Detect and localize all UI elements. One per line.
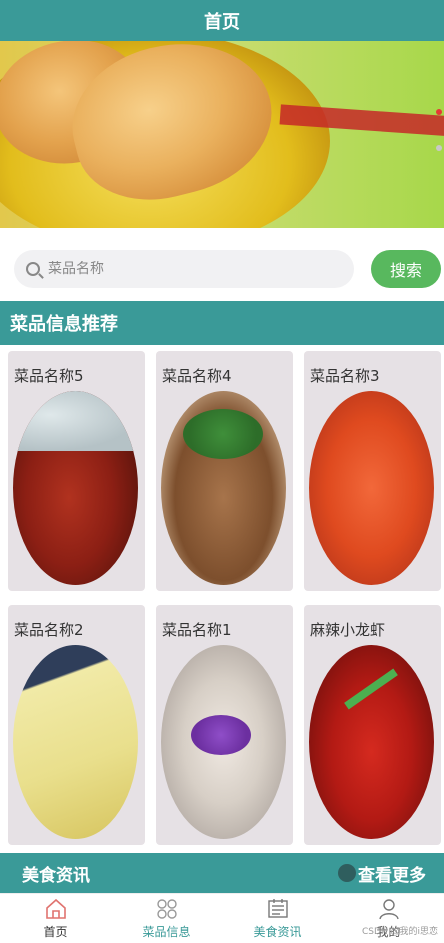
tab-label: 菜品信息 bbox=[142, 925, 191, 939]
carousel-indicators bbox=[436, 109, 442, 151]
tab-dish-info[interactable]: 菜品信息 bbox=[111, 894, 222, 943]
carousel-dot[interactable] bbox=[436, 145, 442, 151]
dish-name: 菜品名称2 bbox=[14, 621, 84, 639]
top-navigation-bar: 首页 bbox=[0, 0, 444, 41]
tab-food-news[interactable]: 美食资讯 bbox=[222, 894, 333, 943]
search-button[interactable]: 搜索 bbox=[371, 250, 441, 288]
dish-card[interactable]: 麻辣小龙虾 bbox=[304, 605, 441, 845]
dish-image[interactable] bbox=[161, 391, 286, 585]
dish-image[interactable] bbox=[161, 645, 286, 839]
more-indicator-icon bbox=[338, 864, 356, 882]
tab-label: 首页 bbox=[43, 925, 68, 939]
dish-card[interactable]: 菜品名称4 bbox=[156, 351, 293, 591]
carousel-dot-active[interactable] bbox=[436, 109, 442, 115]
bottom-tab-bar: 首页 菜品信息 美食资讯 我的 CSDN @我的i思恋 bbox=[0, 893, 444, 943]
news-icon bbox=[267, 899, 288, 918]
home-icon bbox=[45, 898, 66, 919]
search-icon bbox=[26, 262, 40, 276]
grid-icon bbox=[156, 899, 177, 919]
user-icon bbox=[378, 899, 399, 920]
news-section-header: 美食资讯 查看更多 bbox=[0, 853, 444, 893]
dish-name: 菜品名称5 bbox=[14, 367, 84, 385]
dish-card[interactable]: 菜品名称5 bbox=[8, 351, 145, 591]
view-more-link[interactable]: 查看更多 bbox=[358, 861, 426, 886]
watermark: CSDN @我的i思恋 bbox=[361, 927, 438, 937]
dish-image[interactable] bbox=[13, 645, 138, 839]
banner-carousel[interactable] bbox=[0, 41, 444, 228]
search-bar[interactable] bbox=[14, 250, 354, 288]
dish-name: 菜品名称3 bbox=[310, 367, 380, 385]
tab-label: 美食资讯 bbox=[253, 925, 302, 939]
dish-card[interactable]: 菜品名称2 bbox=[8, 605, 145, 845]
section-title: 菜品信息推荐 bbox=[10, 314, 118, 335]
recommend-section-header: 菜品信息推荐 bbox=[0, 301, 444, 345]
page-title: 首页 bbox=[204, 11, 240, 33]
search-input[interactable] bbox=[48, 261, 328, 277]
dish-name: 麻辣小龙虾 bbox=[310, 621, 386, 639]
dish-name: 菜品名称4 bbox=[162, 367, 232, 385]
news-title: 美食资讯 bbox=[22, 865, 90, 886]
dish-name: 菜品名称1 bbox=[162, 621, 232, 639]
dish-card[interactable]: 菜品名称3 bbox=[304, 351, 441, 591]
dish-image[interactable] bbox=[309, 645, 434, 839]
dish-card[interactable]: 菜品名称1 bbox=[156, 605, 293, 845]
tab-home[interactable]: 首页 bbox=[0, 894, 111, 943]
dish-image[interactable] bbox=[13, 391, 138, 585]
dish-image[interactable] bbox=[309, 391, 434, 585]
